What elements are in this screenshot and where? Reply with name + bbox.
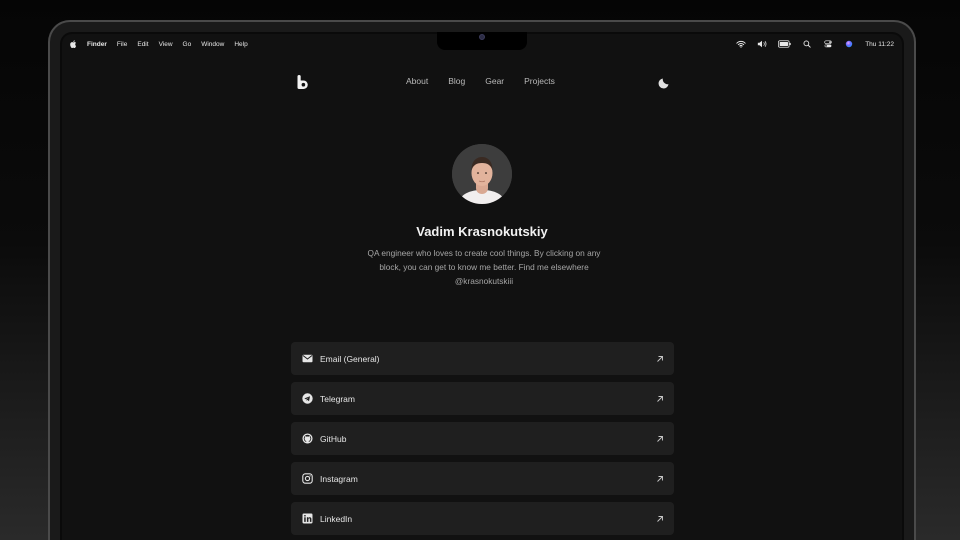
menu-view[interactable]: View [159, 41, 173, 48]
arrow-up-right-icon [657, 435, 663, 442]
profile-avatar [452, 144, 512, 204]
screen-bezel: Finder File Edit View Go Window Help Thu… [60, 32, 904, 540]
link-label: Telegram [320, 393, 355, 404]
avatar-portrait [452, 144, 512, 204]
siri-icon[interactable] [844, 40, 854, 48]
link-label: LinkedIn [320, 513, 353, 524]
laptop-frame: Finder File Edit View Go Window Help Thu… [48, 20, 916, 540]
nav-about[interactable]: About [406, 76, 428, 86]
link-label: GitHub [320, 433, 347, 444]
linkedin-icon [301, 513, 313, 525]
menu-app-name[interactable]: Finder [87, 41, 107, 48]
link-instagram[interactable]: Instagram [291, 462, 674, 495]
battery-icon[interactable] [778, 40, 791, 48]
apple-icon[interactable] [70, 40, 77, 48]
site-navbar: About Blog Gear Projects [62, 72, 902, 94]
menu-window[interactable]: Window [201, 41, 224, 48]
screen: Finder File Edit View Go Window Help Thu… [62, 34, 902, 540]
site-logo-icon[interactable] [296, 74, 310, 90]
moon-icon[interactable] [658, 75, 672, 89]
nav-gear[interactable]: Gear [485, 76, 504, 86]
link-telegram[interactable]: Telegram [291, 382, 674, 415]
github-icon [301, 433, 313, 445]
arrow-up-right-icon [657, 355, 663, 362]
volume-icon[interactable] [757, 40, 767, 48]
wifi-icon[interactable] [736, 40, 746, 48]
nav-links: About Blog Gear Projects [406, 76, 575, 86]
link-email[interactable]: Email (General) [291, 342, 674, 375]
arrow-up-right-icon [657, 395, 663, 402]
instagram-icon [301, 473, 313, 485]
search-icon[interactable] [802, 40, 812, 48]
menu-go[interactable]: Go [183, 41, 192, 48]
link-label: Instagram [320, 473, 358, 484]
arrow-up-right-icon [657, 475, 663, 482]
link-list: Email (General) Telegram GitHub Instagra… [291, 342, 674, 540]
menu-clock[interactable]: Thu 11:22 [865, 41, 894, 48]
link-linkedin[interactable]: LinkedIn [291, 502, 674, 535]
profile-bio: QA engineer who loves to create cool thi… [367, 248, 601, 286]
nav-blog[interactable]: Blog [448, 76, 465, 86]
camera-notch [437, 32, 527, 50]
mail-icon [301, 353, 313, 365]
link-label: Email (General) [320, 353, 380, 364]
menu-file[interactable]: File [117, 41, 127, 48]
control-center-icon[interactable] [823, 40, 833, 48]
profile-name: Vadim Krasnokutskiy [416, 224, 548, 239]
link-github[interactable]: GitHub [291, 422, 674, 455]
telegram-icon [301, 393, 313, 405]
camera-icon [479, 34, 485, 40]
arrow-up-right-icon [657, 515, 663, 522]
menu-edit[interactable]: Edit [137, 41, 148, 48]
menu-help[interactable]: Help [234, 41, 247, 48]
nav-projects[interactable]: Projects [524, 76, 555, 86]
